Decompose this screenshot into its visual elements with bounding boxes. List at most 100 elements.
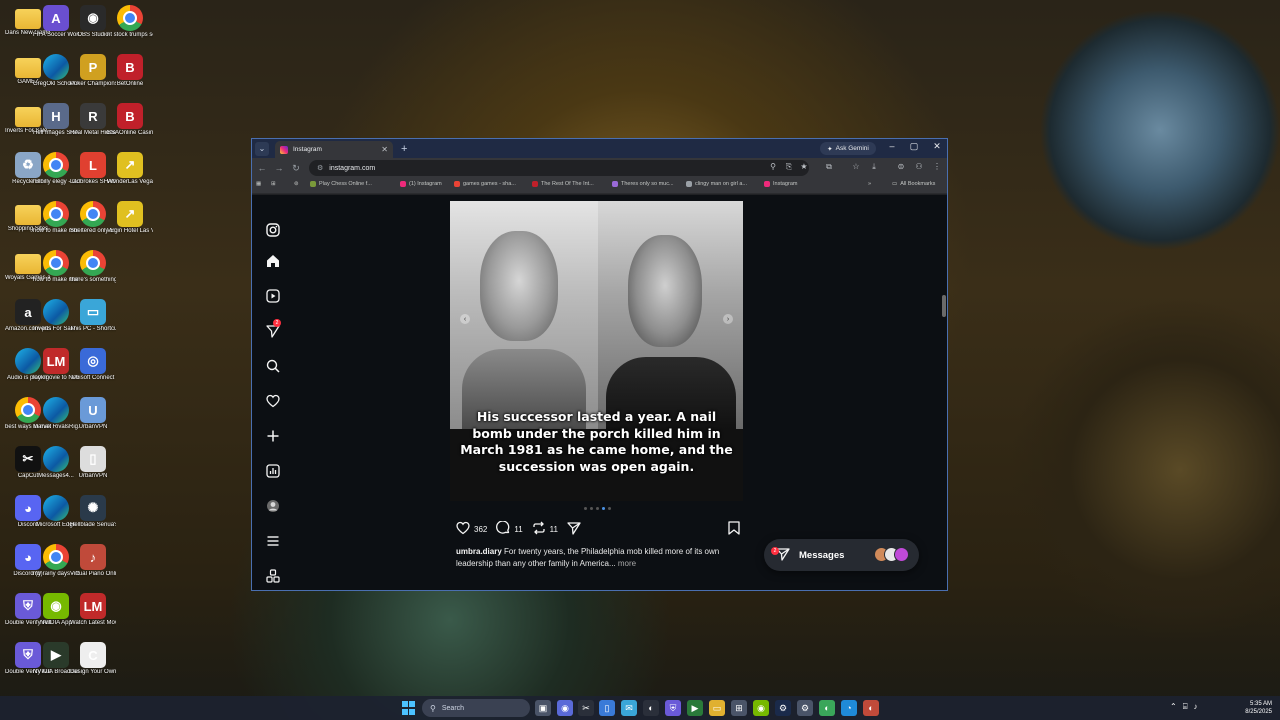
taskbar-search-label: Search <box>441 704 465 712</box>
profile-icon[interactable]: ⊜ <box>895 162 907 171</box>
back-button[interactable]: ← <box>255 163 269 173</box>
also-from-meta-icon[interactable] <box>265 568 281 584</box>
vpn-extension-icon[interactable]: ⚇ <box>913 162 925 171</box>
minimize-button[interactable]: – <box>884 141 900 151</box>
chat-app-icon[interactable]: ◉ <box>557 700 573 716</box>
vpn-taskbar-icon[interactable]: ⛨ <box>665 700 681 716</box>
instagram-logo-icon[interactable] <box>265 222 281 238</box>
post-username[interactable]: umbra.diary <box>456 547 502 556</box>
chrome-active-icon[interactable]: ◐ <box>819 700 835 716</box>
desktop-icon[interactable]: CDesign Your Own Custo... <box>70 639 116 687</box>
task-view-icon[interactable]: ▣ <box>535 700 551 716</box>
reload-button[interactable]: ↻ <box>289 163 303 174</box>
volume-icon[interactable]: ♪ <box>1194 702 1198 712</box>
post-carousel-image[interactable]: ‹ › His successor lasted a year. A nail … <box>450 201 743 501</box>
ask-gemini-button[interactable]: ✦ Ask Gemini <box>820 142 876 155</box>
chrome-taskbar-icon[interactable]: ◐ <box>643 700 659 716</box>
capcut-taskbar-icon[interactable]: ✂ <box>578 700 594 716</box>
chrome-profile-icon[interactable]: ◐ <box>863 700 879 716</box>
desktop-icon[interactable]: nt stock trumps son... <box>107 2 153 50</box>
messages-drawer-button[interactable]: 2 Messages <box>764 539 919 571</box>
cast-icon[interactable]: ⎘ <box>783 162 795 172</box>
carousel-next-icon[interactable]: › <box>723 314 733 324</box>
download-icon[interactable]: ⤓ <box>868 162 880 172</box>
profile-avatar-icon[interactable] <box>265 498 281 514</box>
clock[interactable]: 5:35 AM 8/25/2025 <box>1245 700 1272 716</box>
search-icon[interactable] <box>265 358 281 374</box>
comment-action[interactable]: 11 <box>496 520 523 537</box>
close-window-button[interactable]: ✕ <box>929 141 945 152</box>
file-explorer-icon[interactable]: ▭ <box>709 700 725 716</box>
desktop-icon[interactable]: B BetOnline <box>107 51 153 99</box>
home-icon[interactable] <box>265 253 281 269</box>
desktop-icon[interactable]: U UrbanVPN <box>70 394 116 442</box>
bookmark-item[interactable]: Theres only so muc... <box>612 181 674 187</box>
reels-icon[interactable] <box>265 288 281 304</box>
settings-icon[interactable]: ⚙ <box>797 700 813 716</box>
dashboard-chart-icon[interactable] <box>265 463 281 479</box>
desktop-icon[interactable]: there's something... <box>70 247 116 295</box>
share-action[interactable] <box>567 521 581 537</box>
tab-instagram[interactable]: Instagram ✕ <box>275 141 393 158</box>
desktop-icon[interactable]: LMWatch Latest Movies & S... <box>70 590 116 638</box>
store-icon[interactable]: ⊞ <box>731 700 747 716</box>
apps-grid-icon[interactable]: ▦ <box>256 181 261 187</box>
address-bar[interactable]: ⚙ instagram.com <box>309 160 809 176</box>
app-shortcut-icon: ↗ <box>117 201 143 227</box>
direct-messages-icon[interactable]: 2 <box>265 319 281 339</box>
desktop-icon-label: Virtual Piano Online Pia... <box>70 571 116 577</box>
create-plus-icon[interactable] <box>265 428 281 444</box>
bookmarks-shortcut-icon[interactable]: ☆ <box>850 162 862 171</box>
extensions-icon[interactable]: ⧉ <box>823 162 835 172</box>
maximize-button[interactable]: ▢ <box>906 141 922 152</box>
notifications-heart-icon[interactable] <box>265 393 281 409</box>
tab-close-icon[interactable]: ✕ <box>381 145 388 154</box>
globe-bookmark-icon[interactable]: ⊚ <box>294 181 299 187</box>
new-tab-button[interactable]: + <box>401 143 407 155</box>
desktop-icon[interactable]: ▯ UrbanVPN <box>70 443 116 491</box>
steam-icon[interactable]: ⚙ <box>775 700 791 716</box>
page-scrollbar[interactable] <box>942 295 946 317</box>
save-bookmark-icon[interactable] <box>728 521 740 538</box>
file-icon[interactable]: ▯ <box>599 700 615 716</box>
network-icon[interactable]: ⌸ <box>1183 702 1188 712</box>
desktop-icon[interactable]: ✺Hellblade Senua's... <box>70 492 116 540</box>
media-player-icon[interactable]: ▶ <box>687 700 703 716</box>
chrome-shortcut-icon <box>80 201 106 227</box>
desktop-icon[interactable]: BBSAOnline Casino Sam... <box>107 100 153 148</box>
nvidia-taskbar-icon[interactable]: ◉ <box>753 700 769 716</box>
mail-icon[interactable]: ✉ <box>621 700 637 716</box>
all-bookmarks-button[interactable]: ▭ All Bookmarks <box>892 181 935 187</box>
start-button[interactable] <box>400 700 416 716</box>
bookmark-item[interactable]: The Rest Of The Int... <box>532 181 594 187</box>
desktop-icon[interactable]: ▭ This PC - Shortcut <box>70 296 116 344</box>
bookmark-item[interactable]: Instagram <box>764 181 797 187</box>
site-info-icon[interactable]: ⚙ <box>317 164 323 172</box>
like-heart-icon <box>456 521 470 537</box>
bookmark-star-icon[interactable]: ★ <box>798 162 810 171</box>
repost-action[interactable]: 11 <box>532 521 558 537</box>
grid-shortcut-icon[interactable]: ⊞ <box>271 181 276 187</box>
bookmark-label: (1) Instagram <box>409 181 442 187</box>
desktop-icon[interactable]: ♪Virtual Piano Online Pia... <box>70 541 116 589</box>
taskbar-search[interactable]: ⚲ Search <box>422 699 530 717</box>
edge-taskbar-icon[interactable]: ◔ <box>841 700 857 716</box>
caption-more-link[interactable]: more <box>616 559 636 568</box>
bookmark-item[interactable]: games games - sha... <box>454 181 516 187</box>
zoom-icon[interactable]: ⚲ <box>767 162 779 171</box>
tray-chevron-icon[interactable]: ⌃ <box>1170 702 1177 712</box>
carousel-prev-icon[interactable]: ‹ <box>460 314 470 324</box>
more-bookmarks-icon[interactable]: » <box>868 181 871 187</box>
chrome-menu-icon[interactable]: ⋮ <box>931 162 943 171</box>
desktop-icon[interactable]: ↗Virgin Hotel Las Vegas... <box>107 198 153 246</box>
forward-button[interactable]: → <box>272 163 286 173</box>
bookmark-item[interactable]: (1) Instagram <box>400 181 442 187</box>
desktop-icon[interactable]: ↗WonderLas Vegas SHA... <box>107 149 153 197</box>
edge-shortcut-icon <box>43 299 69 325</box>
bookmark-item[interactable]: clingy man on girl a... <box>686 181 747 187</box>
tab-search-button[interactable]: ⌄ <box>255 141 269 156</box>
bookmark-item[interactable]: Play Chess Online f... <box>310 181 372 187</box>
like-action[interactable]: 362 <box>456 521 487 537</box>
more-menu-icon[interactable] <box>265 533 281 549</box>
desktop-icon[interactable]: ◎ Ubisoft Connect <box>70 345 116 393</box>
